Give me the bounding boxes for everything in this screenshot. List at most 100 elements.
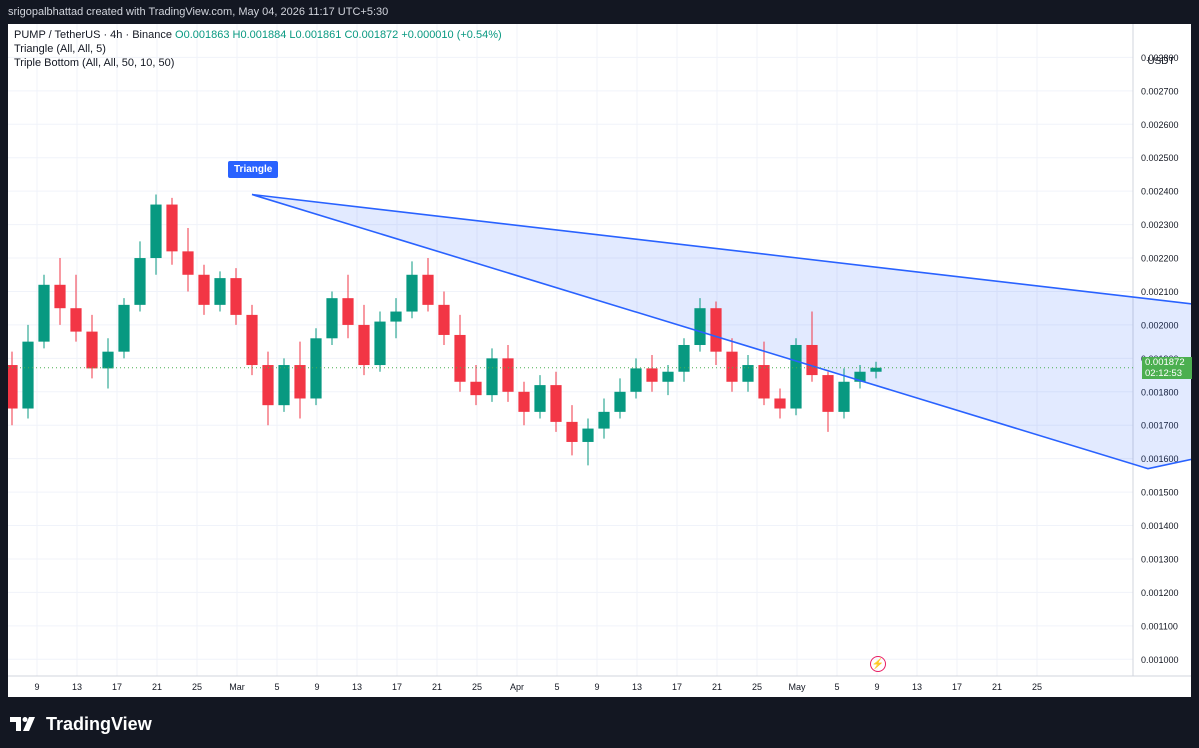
x-tick-label: 5: [834, 682, 839, 692]
candle: [246, 304, 258, 376]
legend-indicator-triple-bottom[interactable]: Triple Bottom (All, All, 50, 10, 50): [14, 56, 502, 70]
tradingview-logo: TradingView: [10, 712, 152, 736]
candle-body: [646, 368, 658, 382]
candle: [102, 338, 114, 389]
y-tick-label: 0.001100: [1141, 621, 1178, 631]
candle: [790, 338, 802, 416]
candle: [150, 194, 162, 275]
candle-body: [502, 358, 514, 392]
x-tick-label: 17: [672, 682, 682, 692]
footer-bar: [0, 697, 1199, 748]
y-tick-label: 0.001000: [1141, 655, 1179, 665]
candle-body: [550, 385, 562, 422]
legend-symbol[interactable]: PUMP / TetherUS · 4h · Binance: [14, 29, 172, 41]
x-tick-label: 9: [874, 682, 879, 692]
candle: [438, 291, 450, 345]
candle-body: [358, 324, 370, 366]
x-tick-label: 21: [992, 682, 1002, 692]
candle: [326, 291, 338, 345]
lightning-icon[interactable]: ⚡: [870, 656, 886, 672]
candle: [262, 351, 274, 426]
candle: [182, 227, 194, 292]
candle: [374, 311, 386, 372]
legend-change: +0.000010 (+0.54%): [401, 29, 502, 41]
candle-body: [134, 258, 146, 305]
candle-body: [198, 274, 210, 305]
candle-body: [38, 284, 50, 342]
currency-label[interactable]: USDT: [1139, 52, 1183, 72]
x-tick-label: 21: [152, 682, 162, 692]
x-tick-label: 5: [554, 682, 559, 692]
candle-body: [534, 385, 546, 412]
x-tick-label: 17: [112, 682, 122, 692]
candle-body: [278, 365, 290, 406]
triangle-pattern-label[interactable]: Triangle: [228, 160, 279, 178]
x-tick-label: 13: [912, 682, 922, 692]
candle: [358, 304, 370, 376]
candle: [662, 365, 674, 396]
candle: [742, 355, 754, 392]
candle: [278, 358, 290, 412]
y-tick-label: 0.002300: [1141, 220, 1179, 230]
candle: [342, 274, 354, 339]
x-tick-label: Mar: [229, 682, 245, 692]
candle-body: [8, 365, 18, 409]
x-tick-label: 13: [632, 682, 642, 692]
candle: [422, 258, 434, 312]
y-tick-label: 0.001200: [1141, 588, 1179, 598]
candle-body: [54, 284, 66, 309]
candle-body: [182, 251, 194, 275]
candle: [470, 365, 482, 406]
x-tick-label: 13: [352, 682, 362, 692]
candle-body: [694, 308, 706, 345]
candle: [118, 298, 130, 359]
candle-body: [246, 314, 258, 366]
candle-body: [726, 351, 738, 382]
candle: [8, 351, 18, 426]
candle: [678, 338, 690, 382]
legend-close: C0.001872: [344, 29, 399, 41]
candle-body: [102, 351, 114, 369]
x-tick-label: 13: [72, 682, 82, 692]
candle: [614, 378, 626, 419]
candle-body: [214, 278, 226, 305]
x-tick-label: 17: [952, 682, 962, 692]
candle-body: [790, 344, 802, 409]
candle-body: [422, 274, 434, 305]
candle-body: [614, 391, 626, 412]
candle-body: [758, 365, 770, 399]
last-price-tag: 0.001872 02:12:53: [1142, 356, 1192, 379]
x-tick-label: 25: [752, 682, 762, 692]
candle: [166, 197, 178, 265]
price-chart[interactable]: 0.0028000.0027000.0026000.0025000.002400…: [8, 24, 1191, 697]
y-tick-label: 0.001500: [1141, 488, 1179, 498]
x-tick-label: 25: [1032, 682, 1042, 692]
candle-body: [710, 308, 722, 352]
candle: [294, 341, 306, 419]
candle-body: [486, 358, 498, 396]
tradingview-logo-icon: [10, 717, 35, 731]
candle: [54, 258, 66, 325]
candle-body: [838, 381, 850, 412]
chart-credit: srigopalbhattad created with TradingView…: [0, 0, 1199, 24]
candle-body: [166, 204, 178, 252]
x-tick-label: 9: [314, 682, 319, 692]
chart-legend: PUMP / TetherUS · 4h · Binance O0.001863…: [14, 28, 502, 70]
candle-body: [582, 428, 594, 442]
candle: [534, 375, 546, 419]
x-tick-label: 21: [432, 682, 442, 692]
candle: [70, 274, 82, 342]
y-tick-label: 0.002200: [1141, 254, 1179, 264]
candle-body: [438, 304, 450, 335]
legend-indicator-triangle[interactable]: Triangle (All, All, 5): [14, 42, 502, 56]
candle: [646, 355, 658, 392]
candle-body: [630, 368, 642, 392]
candle-body: [374, 321, 386, 366]
chart-area[interactable]: 0.002800 0.002700 0.002600 0.002500 0.002400…: [8, 24, 1192, 697]
candle: [230, 268, 242, 325]
y-tick-label: 0.002700: [1141, 86, 1179, 96]
x-tick-label: 9: [34, 682, 39, 692]
candle: [774, 388, 786, 419]
candle-body: [822, 375, 834, 412]
candle: [38, 274, 50, 349]
